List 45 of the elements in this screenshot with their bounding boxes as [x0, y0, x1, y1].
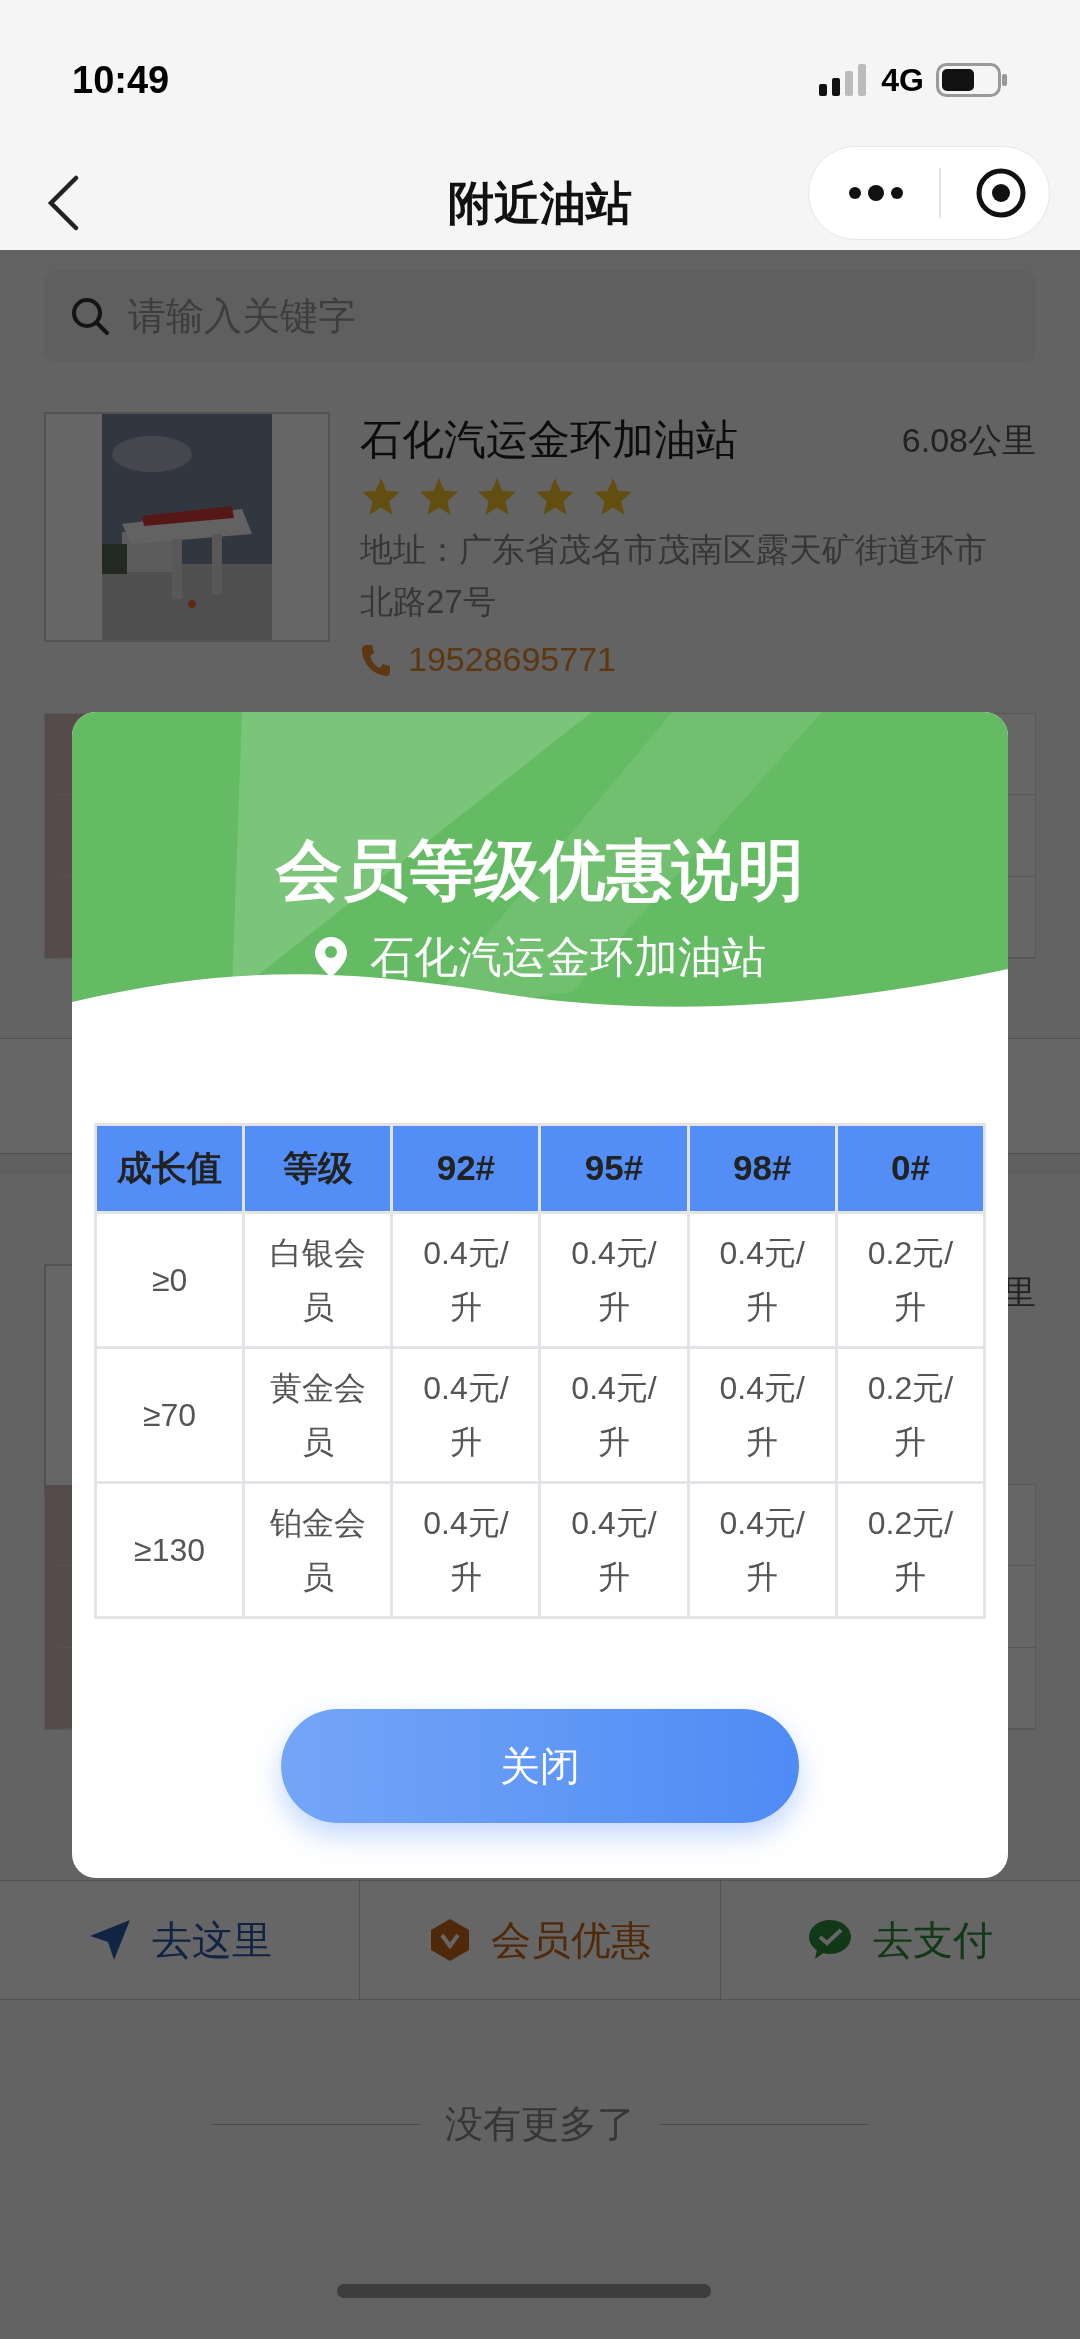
table-cell: 0.2元/升	[836, 1347, 985, 1483]
table-cell: 白银会员	[243, 1212, 392, 1348]
search-icon	[70, 296, 110, 336]
column-header: 98#	[688, 1124, 837, 1213]
chat-check-icon	[807, 1919, 854, 1961]
location-pin-icon	[314, 936, 348, 978]
action-button[interactable]: 去支付	[719, 1881, 1080, 1999]
column-header: 等级	[243, 1124, 392, 1213]
action-button[interactable]: 会员优惠	[359, 1881, 720, 1999]
close-target-icon[interactable]	[975, 167, 1027, 219]
table-cell: ≥130	[95, 1482, 244, 1618]
station-name: 石化汽运金环加油站	[360, 415, 738, 465]
table-cell: 0.4元/升	[539, 1482, 689, 1618]
distance-label: 6.08公里	[901, 420, 1036, 461]
table-cell: 黄金会员	[243, 1347, 392, 1483]
column-header: 成长值	[95, 1124, 244, 1213]
column-header: 0#	[836, 1124, 985, 1213]
table-cell: 0.2元/升	[836, 1212, 985, 1348]
table-cell: 铂金会员	[243, 1482, 392, 1618]
action-button[interactable]: 去这里	[0, 1881, 360, 1999]
table-cell: 0.2元/升	[836, 1482, 985, 1618]
table-cell: 0.4元/升	[539, 1212, 689, 1348]
table-cell: 0.4元/升	[539, 1347, 689, 1483]
phone-number: 19528695771	[408, 639, 616, 680]
hexagon-badge-icon	[429, 1918, 471, 1962]
phone-icon	[360, 642, 390, 677]
page-title: 附近油站	[448, 175, 632, 231]
table-cell: ≥70	[95, 1347, 244, 1483]
back-icon[interactable]	[46, 175, 80, 231]
battery-icon	[936, 63, 1008, 97]
status-time: 10:49	[72, 57, 170, 103]
table-cell: 0.4元/升	[688, 1482, 837, 1618]
table-cell: 0.4元/升	[688, 1212, 837, 1348]
column-header: 95#	[539, 1124, 689, 1213]
station-subtitle: 石化汽运金环加油站	[370, 931, 766, 983]
column-header: 92#	[391, 1124, 540, 1213]
more-icon[interactable]	[847, 183, 905, 203]
table-cell: ≥0	[95, 1212, 244, 1348]
table-cell: 0.4元/升	[391, 1212, 540, 1348]
close-button[interactable]: 关闭	[281, 1709, 799, 1823]
network-label: 4G	[881, 61, 924, 100]
modal-title: 会员等级优惠说明	[276, 832, 804, 909]
table-cell: 0.4元/升	[391, 1482, 540, 1618]
table-cell: 0.4元/升	[391, 1347, 540, 1483]
table-cell: 0.4元/升	[688, 1347, 837, 1483]
